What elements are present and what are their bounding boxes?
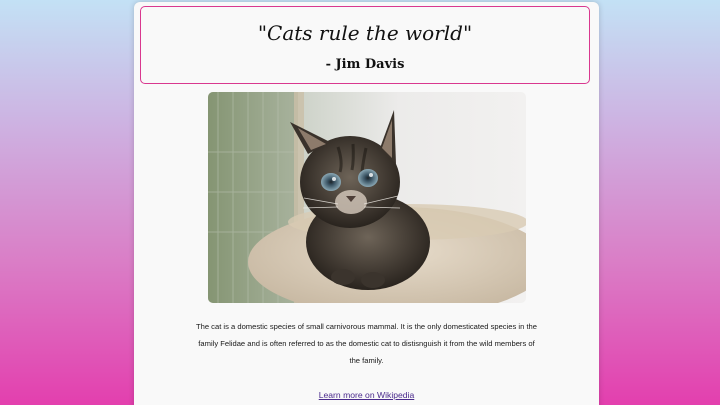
kitten-image [208,92,526,303]
content-card: "Cats rule the world" - Jim Davis The ca… [134,2,599,405]
wikipedia-link[interactable]: Learn more on Wikipedia [134,390,599,400]
quote-author: - Jim Davis [325,57,405,72]
cat-description: The cat is a domestic species of small c… [195,322,538,365]
quote-text: "Cats rule the world" [257,21,473,45]
kitten-photo [208,92,526,303]
quote-box: "Cats rule the world" - Jim Davis [140,6,590,84]
